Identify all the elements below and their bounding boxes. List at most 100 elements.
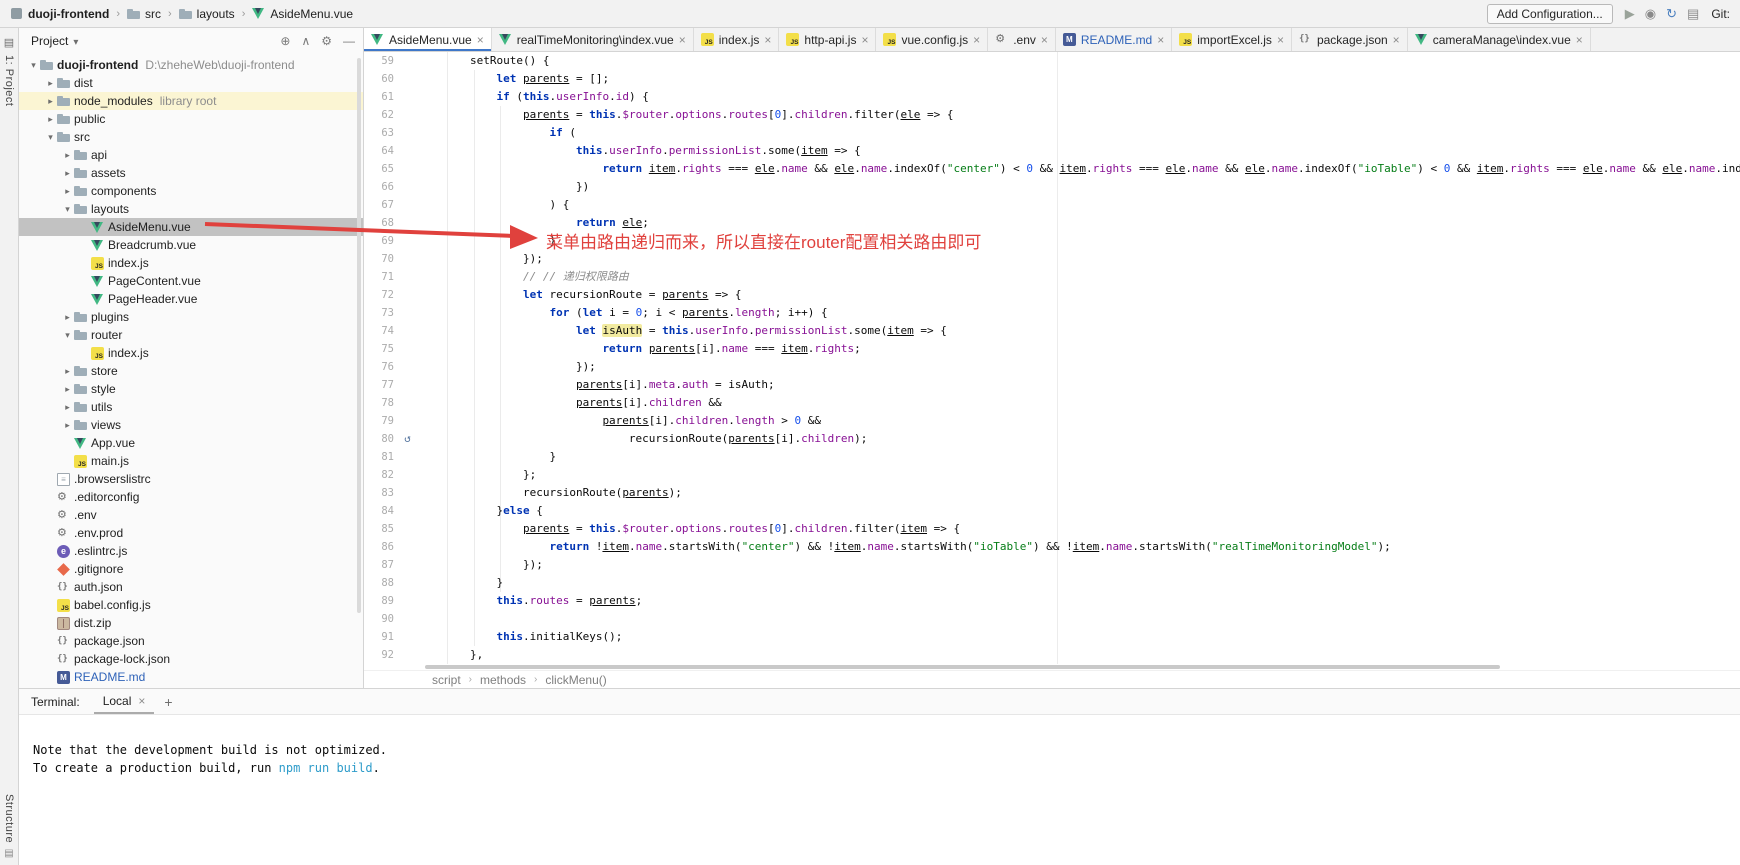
tree-scrollbar[interactable]	[357, 58, 361, 613]
code-line-60[interactable]: 60 let parents = [];	[364, 70, 1740, 88]
tree-item-router[interactable]: ▾router	[19, 326, 363, 344]
chevron-right-icon[interactable]: ▸	[61, 366, 74, 377]
tree-item-babel.config.js[interactable]: babel.config.js	[19, 596, 363, 614]
tree-item-components[interactable]: ▸components	[19, 182, 363, 200]
tree-item-PageContent.vue[interactable]: PageContent.vue	[19, 272, 363, 290]
code-line-70[interactable]: 70 });	[364, 250, 1740, 268]
editor-tab-vue.config.js[interactable]: vue.config.js	[876, 28, 988, 51]
tree-item-assets[interactable]: ▸assets	[19, 164, 363, 182]
close-icon[interactable]	[138, 694, 145, 708]
tree-item-package-lock.json[interactable]: package-lock.json	[19, 650, 363, 668]
tree-item-public[interactable]: ▸public	[19, 110, 363, 128]
tree-item-src[interactable]: ▾src	[19, 128, 363, 146]
tree-item-Breadcrumb.vue[interactable]: Breadcrumb.vue	[19, 236, 363, 254]
close-icon[interactable]	[1277, 33, 1284, 47]
toolwindow-toggle-icon[interactable]	[4, 843, 13, 861]
code-line-77[interactable]: 77 parents[i].meta.auth = isAuth;	[364, 376, 1740, 394]
tree-item-index.js[interactable]: index.js	[19, 254, 363, 272]
tree-item-plugins[interactable]: ▸plugins	[19, 308, 363, 326]
chevron-right-icon[interactable]: ▸	[44, 78, 57, 89]
code-line-90[interactable]: 90	[364, 610, 1740, 628]
close-icon[interactable]	[764, 33, 771, 47]
chevron-down-icon[interactable]: ▾	[27, 60, 40, 71]
code-line-84[interactable]: 84 }else {	[364, 502, 1740, 520]
close-icon[interactable]	[1576, 33, 1583, 47]
close-icon[interactable]	[1393, 33, 1400, 47]
tree-item-index.js[interactable]: index.js	[19, 344, 363, 362]
editor-tab-importExcel.js[interactable]: importExcel.js	[1172, 28, 1292, 51]
tree-item-dist[interactable]: ▸dist	[19, 74, 363, 92]
breadcrumb-item[interactable]: AsideMenu.vue	[252, 7, 353, 21]
code-line-68[interactable]: 68 return ele;	[364, 214, 1740, 232]
add-configuration-button[interactable]: Add Configuration...	[1487, 4, 1613, 24]
code-line-89[interactable]: 89 this.routes = parents;	[364, 592, 1740, 610]
chevron-right-icon[interactable]: ▸	[61, 168, 74, 179]
code-line-83[interactable]: 83 recursionRoute(parents);	[364, 484, 1740, 502]
chevron-right-icon[interactable]: ▸	[44, 96, 57, 107]
editor-tab-http-api.js[interactable]: http-api.js	[779, 28, 876, 51]
code-line-59[interactable]: 59 setRoute() {	[364, 52, 1740, 70]
chevron-right-icon[interactable]: ▸	[61, 186, 74, 197]
code-line-81[interactable]: 81 }	[364, 448, 1740, 466]
tree-item-views[interactable]: ▸views	[19, 416, 363, 434]
event-log-icon[interactable]: ▤	[1687, 6, 1699, 22]
editor-tab-cameraManage\index.vue[interactable]: cameraManage\index.vue	[1408, 28, 1591, 51]
code-line-66[interactable]: 66 })	[364, 178, 1740, 196]
tree-item-dist.zip[interactable]: dist.zip	[19, 614, 363, 632]
code-line-78[interactable]: 78 parents[i].children &&	[364, 394, 1740, 412]
chevron-right-icon[interactable]: ▸	[44, 114, 57, 125]
tree-item-auth.json[interactable]: auth.json	[19, 578, 363, 596]
add-terminal-icon[interactable]	[164, 694, 172, 710]
code-line-65[interactable]: 65 return item.rights === ele.name && el…	[364, 160, 1740, 178]
editor-tab-AsideMenu.vue[interactable]: AsideMenu.vue	[364, 28, 492, 51]
chevron-down-icon[interactable]: ▾	[44, 132, 57, 143]
close-icon[interactable]	[1157, 33, 1164, 47]
chevron-right-icon[interactable]: ▸	[61, 384, 74, 395]
code-line-79[interactable]: 79 parents[i].children.length > 0 &&	[364, 412, 1740, 430]
tree-item-.eslintrc.js[interactable]: .eslintrc.js	[19, 542, 363, 560]
code-line-62[interactable]: 62 parents = this.$router.options.routes…	[364, 106, 1740, 124]
close-icon[interactable]	[1041, 33, 1048, 47]
update-icon[interactable]: ↻	[1666, 6, 1677, 22]
code-line-61[interactable]: 61 if (this.userInfo.id) {	[364, 88, 1740, 106]
code-line-91[interactable]: 91 this.initialKeys();	[364, 628, 1740, 646]
tree-item-api[interactable]: ▸api	[19, 146, 363, 164]
tree-item-main.js[interactable]: main.js	[19, 452, 363, 470]
chevron-right-icon[interactable]: ▸	[61, 402, 74, 413]
code-line-67[interactable]: 67 ) {	[364, 196, 1740, 214]
close-icon[interactable]	[861, 33, 868, 47]
tree-item-AsideMenu.vue[interactable]: AsideMenu.vue	[19, 218, 363, 236]
debug-icon[interactable]: ◉	[1645, 6, 1656, 22]
code-line-63[interactable]: 63 if (	[364, 124, 1740, 142]
code-line-92[interactable]: 92 },	[364, 646, 1740, 664]
tree-item-node_modules[interactable]: ▸node_moduleslibrary root	[19, 92, 363, 110]
tree-item-.editorconfig[interactable]: .editorconfig	[19, 488, 363, 506]
locate-icon[interactable]: ⊕	[280, 33, 290, 49]
tree-item-.browserslistrc[interactable]: .browserslistrc	[19, 470, 363, 488]
tree-item-PageHeader.vue[interactable]: PageHeader.vue	[19, 290, 363, 308]
editor-tab-README.md[interactable]: README.md	[1056, 28, 1172, 51]
code-breadcrumb-item[interactable]: methods	[480, 673, 526, 687]
code-line-72[interactable]: 72 let recursionRoute = parents => {	[364, 286, 1740, 304]
chevron-down-icon[interactable]	[68, 34, 78, 48]
tree-item-README.md[interactable]: README.md	[19, 668, 363, 686]
code-line-82[interactable]: 82 };	[364, 466, 1740, 484]
editor-tab-index.js[interactable]: index.js	[694, 28, 780, 51]
chevron-right-icon[interactable]: ▸	[61, 420, 74, 431]
breadcrumb-item[interactable]: src	[127, 7, 161, 21]
tree-item-package.json[interactable]: package.json	[19, 632, 363, 650]
editor-tab-realTimeMonitoring\index.vue[interactable]: realTimeMonitoring\index.vue	[492, 28, 694, 51]
code-line-76[interactable]: 76 });	[364, 358, 1740, 376]
code-line-74[interactable]: 74 let isAuth = this.userInfo.permission…	[364, 322, 1740, 340]
close-icon[interactable]	[973, 33, 980, 47]
tree-item-App.vue[interactable]: App.vue	[19, 434, 363, 452]
code-line-75[interactable]: 75 return parents[i].name === item.right…	[364, 340, 1740, 358]
code-breadcrumb-item[interactable]: script	[432, 673, 461, 687]
breadcrumb-item[interactable]: layouts	[179, 7, 235, 21]
terminal-tab-local[interactable]: Local	[94, 689, 155, 714]
code-line-80[interactable]: 80↺ recursionRoute(parents[i].children);	[364, 430, 1740, 448]
tree-item-layouts[interactable]: ▾layouts	[19, 200, 363, 218]
chevron-down-icon[interactable]: ▾	[61, 204, 74, 215]
hide-icon[interactable]: —	[343, 33, 355, 49]
tree-item-.env[interactable]: .env	[19, 506, 363, 524]
